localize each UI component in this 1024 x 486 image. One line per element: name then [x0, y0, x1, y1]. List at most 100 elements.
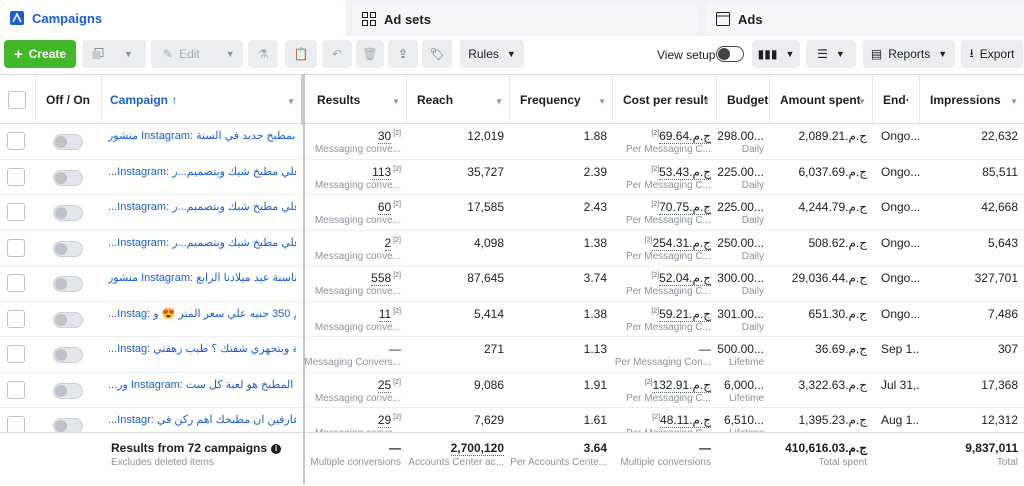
attribution-icon[interactable]: [2]	[651, 130, 659, 137]
attribution-icon[interactable]: [2]	[651, 201, 659, 208]
info-icon[interactable]: i	[271, 443, 282, 454]
col-amount-spent[interactable]: Amount spent ▼	[770, 75, 873, 125]
table-row[interactable]: ...Instagram: بتدور علي مطبخ شيك وبتصميم…	[0, 195, 1024, 231]
cell-impressions: 307	[920, 337, 1024, 372]
clipboard-button[interactable]: 📋	[285, 40, 317, 68]
reports-button[interactable]: ▤ Reports ▼	[863, 40, 955, 68]
col-impressions[interactable]: Impressions ▼	[920, 75, 1024, 125]
row-checkbox[interactable]	[7, 167, 25, 186]
edit-button[interactable]: ✎ Edit ▼	[151, 40, 243, 68]
table-row[interactable]: منشور Instagram: بتحلم بمطبخ جديد في الس…	[0, 124, 1024, 160]
cpr-value: ج.م.70.75[2]	[649, 200, 711, 215]
campaign-name-link[interactable]: منشور Instagram: بمناسبة عيد ميلادنا الر…	[108, 271, 296, 284]
row-checkbox[interactable]	[7, 309, 25, 328]
view-setup-toggle[interactable]	[716, 46, 744, 62]
col-ends[interactable]: End·	[873, 75, 920, 125]
table-row[interactable]: ...Instagram: بتدور علي مطبخ شيك وبتصميم…	[0, 159, 1024, 195]
tab-campaigns[interactable]: Campaigns	[0, 0, 346, 36]
columns-button[interactable]: ▮▮▮ ▼	[752, 40, 800, 68]
campaign-toggle[interactable]	[53, 169, 83, 186]
cell-results: 2 [2] Messaging conve...	[303, 231, 407, 266]
cell-impressions: 7,486	[920, 302, 1024, 337]
attribution-icon[interactable]: [2]	[393, 272, 401, 279]
export-preview-button[interactable]: ⇪	[388, 40, 418, 68]
col-impressions-label: Impressions	[930, 93, 1001, 107]
cell-cpr: ج.م.53.43[2] Per Messaging C...	[613, 160, 717, 195]
campaign-toggle[interactable]	[53, 134, 83, 150]
chevron-down-icon: ▼	[835, 49, 845, 59]
col-budget[interactable]: Budget	[717, 75, 770, 125]
table-row[interactable]: منشور Instagram: بمناسبة عيد ميلادنا الر…	[0, 266, 1024, 302]
undo-button[interactable]: ↶	[322, 40, 352, 68]
cpr-value: ج.م.69.64[2]	[649, 129, 711, 144]
export-button[interactable]: ⭳ Export	[961, 40, 1023, 68]
attribution-icon[interactable]: [2]	[393, 201, 401, 208]
row-checkbox[interactable]	[7, 380, 25, 399]
ends-text: Ongo...	[881, 164, 920, 179]
campaign-toggle[interactable]	[53, 240, 83, 257]
cell-ends: Ongo...	[873, 160, 920, 195]
impressions-value: 17,368	[981, 378, 1018, 392]
campaign-name-link[interactable]: ...Instag: عروسة وبتجهزي شقتك ؟ طيب زهقت…	[108, 342, 296, 355]
attribution-icon[interactable]: [2]	[652, 414, 660, 421]
col-cost-per-result[interactable]: Cost per result ▼	[613, 75, 717, 125]
col-off-on[interactable]: Off / On	[36, 75, 102, 125]
table-row[interactable]: ...Instagram: بتدور علي مطبخ شيك وبتصميم…	[0, 230, 1024, 266]
campaign-name-link[interactable]: ...Instagram: بتدور علي مطبخ شيك وبتصميم…	[108, 200, 296, 213]
frequency-text: 1.91	[583, 377, 607, 392]
tab-ad-sets[interactable]: Ad sets	[352, 4, 698, 34]
breakdown-button[interactable]: ☰ ▼	[806, 40, 856, 68]
campaign-toggle[interactable]	[53, 382, 83, 399]
col-frequency-label: Frequency	[520, 93, 581, 107]
create-button[interactable]: + Create	[4, 40, 76, 68]
attribution-icon[interactable]: [2]	[393, 308, 401, 315]
attribution-icon[interactable]: [2]	[393, 166, 401, 173]
duplicate-button[interactable]: ▼	[82, 40, 146, 68]
attribution-icon[interactable]: [2]	[393, 379, 401, 386]
table-row[interactable]: ...Instag: عروسة وبتجهزي شقتك ؟ طيب زهقت…	[0, 337, 1024, 373]
row-checkbox[interactable]	[7, 345, 25, 363]
rules-button[interactable]: Rules ▼	[460, 40, 524, 68]
chevron-down-icon: ▼	[506, 49, 516, 59]
tab-ads[interactable]: Ads	[706, 4, 1024, 34]
campaign-name-link[interactable]: ...ور Instagram: عشان المطبخ هو لعبة كل …	[108, 378, 296, 391]
attribution-icon[interactable]: [2]	[393, 237, 401, 244]
delete-button[interactable]: 🗑	[356, 40, 384, 68]
results-text: 25	[377, 377, 392, 393]
spent-text: ج.م.2,089.21	[798, 129, 867, 143]
row-checkbox[interactable]	[7, 203, 25, 221]
campaign-toggle[interactable]	[53, 311, 83, 328]
row-checkbox[interactable]	[7, 132, 25, 150]
row-checkbox[interactable]	[7, 238, 25, 257]
attribution-icon[interactable]: [2]	[651, 308, 659, 315]
select-all-checkbox[interactable]	[8, 91, 26, 109]
campaign-toggle[interactable]	[53, 276, 83, 292]
campaign-name-link[interactable]: ...Instag: خصم 350 جنيه علي سعر المتر 😍 …	[108, 307, 296, 320]
attribution-icon[interactable]: [2]	[651, 166, 659, 173]
col-results[interactable]: Results ▼	[303, 75, 407, 125]
results-text: 60	[377, 200, 392, 215]
campaign-toggle[interactable]	[53, 347, 83, 363]
ab-test-button[interactable]: ⚗	[248, 40, 278, 68]
budget-text: 225.00...	[717, 200, 764, 214]
campaign-name-link[interactable]: ...Instagram: بتدور علي مطبخ شيك وبتصميم…	[108, 236, 296, 249]
cell-frequency: 1.91	[510, 373, 613, 408]
row-checkbox[interactable]	[7, 274, 25, 292]
attribution-icon[interactable]: [2]	[393, 414, 401, 421]
attribution-icon[interactable]: [2]	[651, 272, 659, 279]
cpr-text: ج.م.69.64	[659, 129, 711, 144]
table-row[interactable]: ...ور Instagram: عشان المطبخ هو لعبة كل …	[0, 372, 1024, 408]
impressions-value: 5,643	[988, 236, 1018, 250]
col-frequency[interactable]: Frequency ▼	[510, 75, 613, 125]
footer-title-text: Results from 72 campaigns	[111, 441, 268, 455]
col-campaign[interactable]: Campaign ↑ ▼	[102, 75, 303, 125]
col-reach[interactable]: Reach ▼	[407, 75, 510, 125]
campaign-name-link[interactable]: منشور Instagram: بتحلم بمطبخ جديد في الس…	[108, 129, 296, 142]
campaign-toggle[interactable]	[53, 205, 83, 221]
campaign-name-link[interactable]: ...Instagram: بتدور علي مطبخ شيك وبتصميم…	[108, 165, 296, 178]
attribution-icon[interactable]: [2]	[393, 130, 401, 137]
cell-reach: 9,086	[407, 373, 510, 408]
tag-button[interactable]: 🏷	[422, 40, 452, 68]
table-row[interactable]: ...Instag: خصم 350 جنيه علي سعر المتر 😍 …	[0, 301, 1024, 337]
campaign-name-link[interactable]: ...Instagr: عشان عارفين ان مطبخك اهم ركن…	[108, 413, 296, 426]
